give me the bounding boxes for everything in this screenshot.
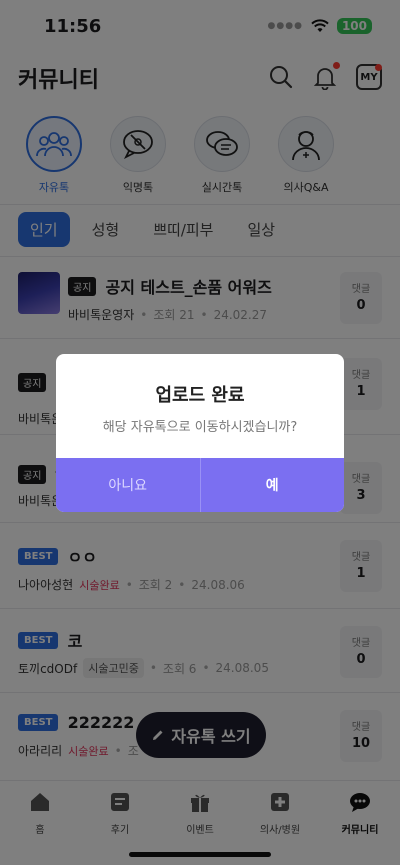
dialog-message: 해당 자유톡으로 이동하시겠습니까? — [102, 420, 298, 435]
cancel-button[interactable]: 아니요 — [56, 458, 201, 512]
dialog-title: 업로드 완료 — [155, 385, 245, 406]
dialog-actions: 아니요 예 — [56, 458, 344, 512]
confirm-button[interactable]: 예 — [200, 458, 344, 512]
upload-complete-dialog: 업로드 완료 해당 자유톡으로 이동하시겠습니까? 아니요 예 — [56, 354, 344, 512]
